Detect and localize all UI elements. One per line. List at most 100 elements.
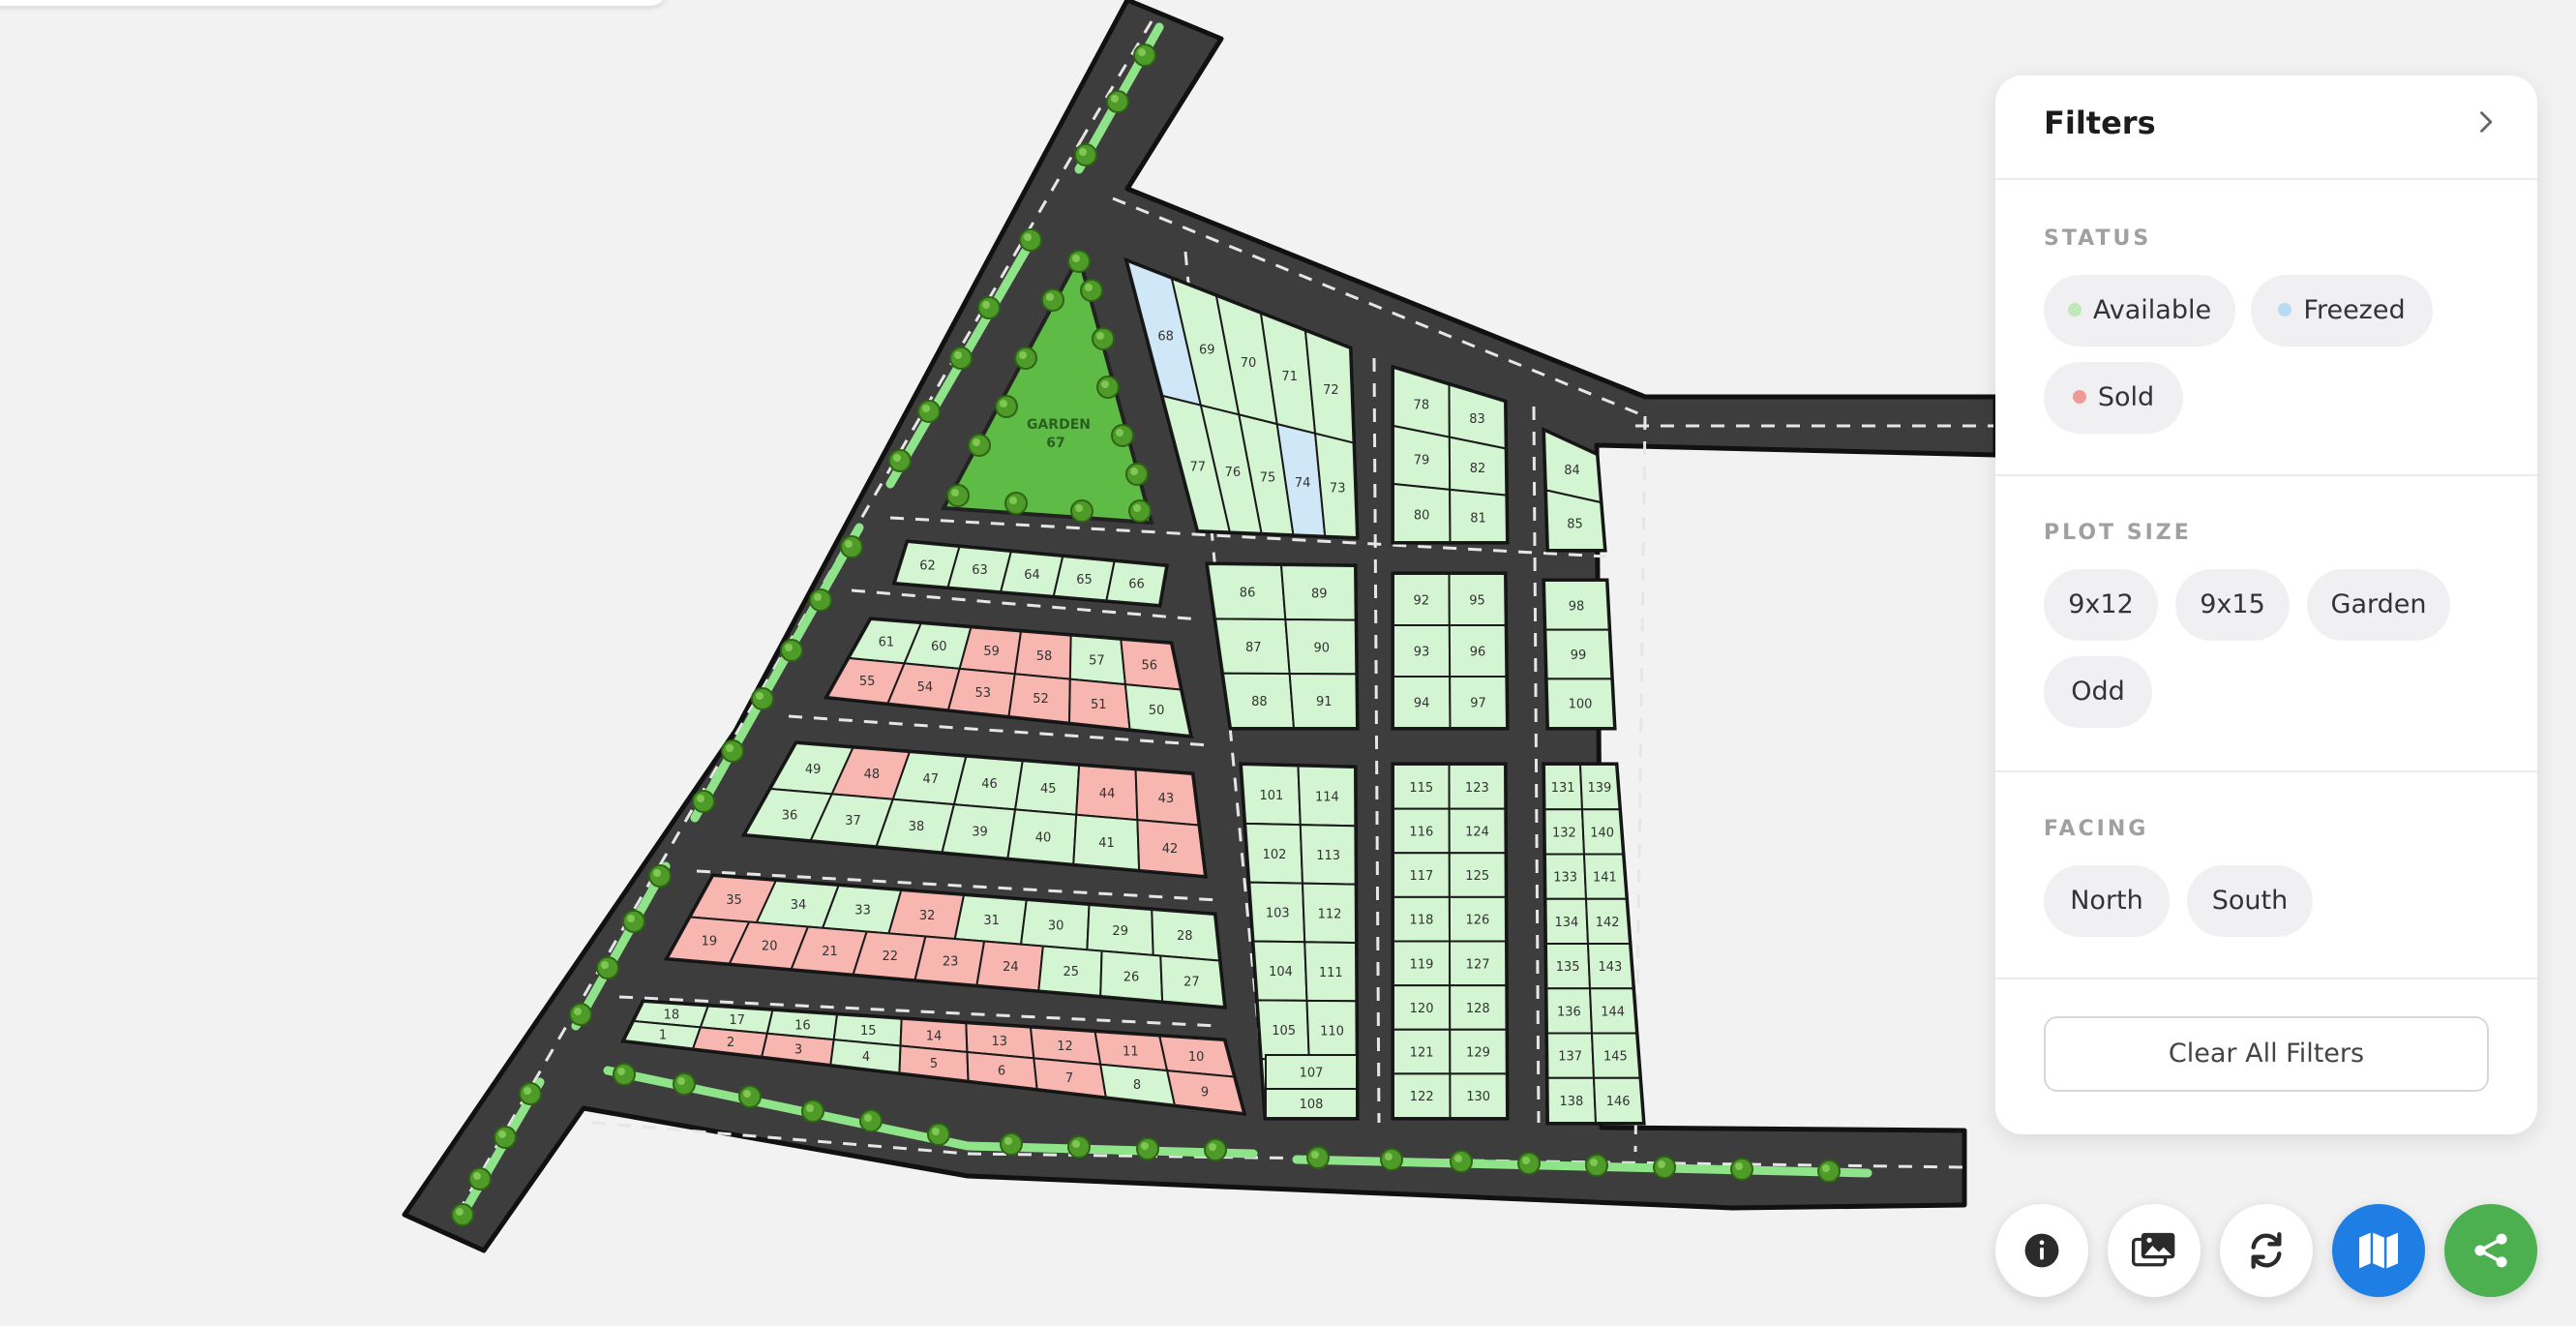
plot-88[interactable]: 88	[1221, 672, 1296, 729]
plot-size-chip-9x15[interactable]: 9x15	[2175, 569, 2290, 641]
plot-105[interactable]: 105	[1256, 999, 1310, 1061]
plot-56[interactable]: 56	[1120, 638, 1183, 691]
plot-size-chip-garden[interactable]: Garden	[2307, 569, 2450, 641]
plot-124[interactable]: 124	[1448, 807, 1507, 855]
plot-91[interactable]: 91	[1288, 672, 1359, 729]
plot-24[interactable]: 24	[975, 940, 1044, 992]
plot-23[interactable]: 23	[914, 935, 986, 986]
share-button[interactable]	[2444, 1204, 2537, 1297]
plot-127[interactable]: 127	[1448, 940, 1508, 987]
plot-size-chip-odd[interactable]: Odd	[2044, 656, 2152, 728]
plot-111[interactable]: 111	[1303, 941, 1358, 1003]
plot-81[interactable]: 81	[1449, 488, 1509, 543]
plot-101[interactable]: 101	[1240, 763, 1302, 827]
plot-118[interactable]: 118	[1393, 895, 1452, 943]
plot-104[interactable]: 104	[1252, 940, 1308, 1002]
plot-129[interactable]: 129	[1449, 1028, 1508, 1075]
plot-119[interactable]: 119	[1393, 940, 1452, 987]
plot-116[interactable]: 116	[1393, 807, 1451, 855]
status-chip-sold[interactable]: Sold	[2044, 362, 2183, 434]
plot-131[interactable]: 131	[1543, 764, 1584, 811]
plot-51[interactable]: 51	[1067, 678, 1131, 731]
plot-115[interactable]: 115	[1393, 764, 1451, 810]
plot-50[interactable]: 50	[1123, 682, 1192, 738]
plot-142[interactable]: 142	[1584, 897, 1632, 945]
status-chip-freezed[interactable]: Freezed	[2251, 275, 2433, 347]
plot-45[interactable]: 45	[1013, 760, 1081, 816]
facing-chip-north[interactable]: North	[2044, 865, 2170, 937]
plot-89[interactable]: 89	[1279, 563, 1357, 621]
gallery-button[interactable]	[2108, 1204, 2201, 1297]
plot-134[interactable]: 134	[1544, 897, 1590, 945]
plot-43[interactable]: 43	[1134, 768, 1200, 827]
plot-66[interactable]: 66	[1105, 559, 1168, 607]
plot-92[interactable]: 92	[1393, 573, 1451, 626]
plot-112[interactable]: 112	[1301, 882, 1358, 945]
plot-143[interactable]: 143	[1586, 943, 1634, 990]
plot-26[interactable]: 26	[1099, 949, 1164, 1003]
plot-138[interactable]: 138	[1546, 1076, 1598, 1124]
plot-96[interactable]: 96	[1448, 624, 1508, 678]
plot-90[interactable]: 90	[1284, 618, 1358, 676]
plot-123[interactable]: 123	[1448, 764, 1507, 810]
plot-132[interactable]: 132	[1543, 808, 1586, 856]
plot-30[interactable]: 30	[1019, 898, 1091, 951]
plot-133[interactable]: 133	[1543, 853, 1588, 900]
plot-144[interactable]: 144	[1588, 987, 1638, 1035]
chevron-right-icon[interactable]	[2471, 108, 2499, 136]
plot-97[interactable]: 97	[1449, 676, 1509, 729]
plot-121[interactable]: 121	[1393, 1028, 1452, 1075]
plot-102[interactable]: 102	[1244, 822, 1304, 885]
plot-122[interactable]: 122	[1393, 1072, 1452, 1119]
clear-all-filters-button[interactable]: Clear All Filters	[2044, 1016, 2489, 1092]
plot-65[interactable]: 65	[1052, 555, 1116, 602]
plot-41[interactable]: 41	[1072, 813, 1141, 871]
info-button[interactable]	[1995, 1204, 2088, 1297]
plot-98[interactable]: 98	[1543, 580, 1610, 631]
plot-108[interactable]: 108	[1265, 1088, 1358, 1119]
plot-57[interactable]: 57	[1068, 634, 1127, 686]
plot-135[interactable]: 135	[1544, 943, 1592, 990]
plot-27[interactable]: 27	[1159, 954, 1226, 1009]
plot-25[interactable]: 25	[1037, 945, 1103, 997]
plot-52[interactable]: 52	[1007, 673, 1071, 724]
plot-125[interactable]: 125	[1448, 852, 1507, 898]
plot-64[interactable]: 64	[999, 550, 1064, 597]
plot-32[interactable]: 32	[887, 889, 966, 941]
plot-44[interactable]: 44	[1075, 764, 1139, 822]
plot-94[interactable]: 94	[1393, 676, 1452, 729]
plot-40[interactable]: 40	[1006, 808, 1078, 865]
plot-99[interactable]: 99	[1544, 628, 1613, 680]
plot-95[interactable]: 95	[1448, 573, 1507, 626]
plot-130[interactable]: 130	[1449, 1072, 1509, 1119]
plot-145[interactable]: 145	[1590, 1032, 1641, 1079]
plot-58[interactable]: 58	[1013, 630, 1072, 680]
plot-136[interactable]: 136	[1545, 987, 1594, 1035]
facing-chip-south[interactable]: South	[2187, 865, 2313, 937]
plot-87[interactable]: 87	[1213, 618, 1291, 676]
plot-29[interactable]: 29	[1086, 903, 1154, 956]
plot-79[interactable]: 79	[1393, 424, 1452, 491]
plot-39[interactable]: 39	[941, 803, 1017, 859]
plot-128[interactable]: 128	[1449, 984, 1508, 1031]
plot-141[interactable]: 141	[1582, 853, 1628, 900]
plot-110[interactable]: 110	[1305, 999, 1358, 1061]
plot-126[interactable]: 126	[1448, 895, 1508, 943]
refresh-button[interactable]	[2220, 1204, 2313, 1297]
plot-31[interactable]: 31	[953, 893, 1028, 946]
plot-22[interactable]: 22	[852, 930, 927, 981]
plot-53[interactable]: 53	[946, 667, 1016, 718]
plot-42[interactable]: 42	[1136, 819, 1207, 878]
plot-120[interactable]: 120	[1393, 984, 1452, 1031]
plot-size-chip-9x12[interactable]: 9x12	[2044, 569, 2158, 641]
plot-113[interactable]: 113	[1299, 824, 1357, 886]
plot-137[interactable]: 137	[1545, 1032, 1596, 1079]
plot-46[interactable]: 46	[952, 755, 1024, 811]
plot-93[interactable]: 93	[1393, 624, 1452, 678]
plot-86[interactable]: 86	[1206, 562, 1287, 621]
plot-107[interactable]: 107	[1265, 1054, 1358, 1090]
status-chip-available[interactable]: Available	[2044, 275, 2235, 347]
plot-114[interactable]: 114	[1297, 765, 1357, 828]
plot-59[interactable]: 59	[958, 626, 1023, 676]
plot-139[interactable]: 139	[1578, 764, 1621, 811]
